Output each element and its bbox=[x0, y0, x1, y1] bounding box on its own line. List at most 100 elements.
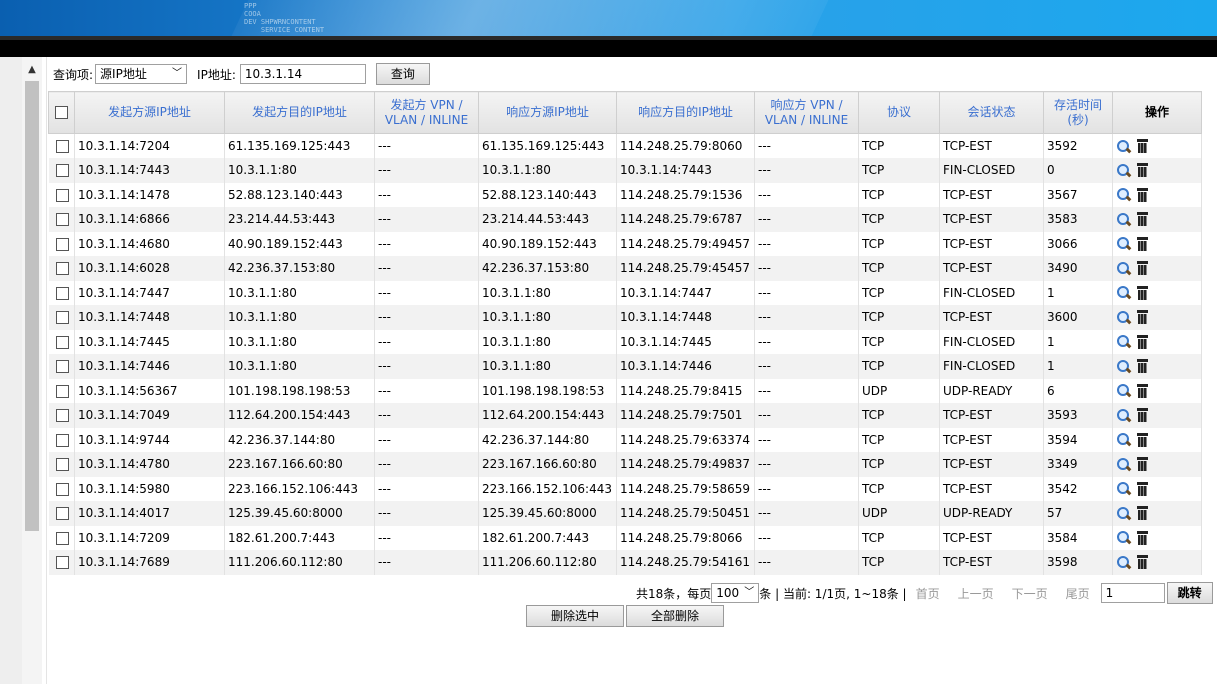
cell-responder-vpn: --- bbox=[754, 476, 859, 501]
magnifier-icon[interactable] bbox=[1116, 432, 1131, 447]
last-page-link[interactable]: 尾页 bbox=[1066, 585, 1090, 602]
magnifier-icon[interactable] bbox=[1116, 310, 1131, 325]
trash-icon[interactable] bbox=[1137, 261, 1148, 276]
row-checkbox[interactable] bbox=[56, 458, 70, 472]
cell-initiator-dst-ip: 42.236.37.144:80 bbox=[224, 427, 375, 452]
row-checkbox[interactable] bbox=[56, 531, 70, 545]
magnifier-icon[interactable] bbox=[1116, 555, 1131, 570]
row-checkbox[interactable] bbox=[56, 188, 70, 202]
magnifier-icon[interactable] bbox=[1116, 187, 1131, 202]
cell-protocol: TCP bbox=[858, 158, 940, 183]
trash-icon[interactable] bbox=[1137, 432, 1148, 447]
magnifier-icon[interactable] bbox=[1116, 139, 1131, 154]
first-page-link[interactable]: 首页 bbox=[916, 585, 940, 602]
cell-responder-dst-ip: 10.3.1.14:7443 bbox=[616, 158, 755, 183]
row-checkbox[interactable] bbox=[56, 262, 70, 276]
header-session-state[interactable]: 会话状态 bbox=[939, 91, 1044, 134]
trash-icon[interactable] bbox=[1137, 530, 1148, 545]
cell-session-state: TCP-EST bbox=[939, 133, 1044, 158]
trash-icon[interactable] bbox=[1137, 359, 1148, 374]
row-checkbox[interactable] bbox=[56, 213, 70, 227]
magnifier-icon[interactable] bbox=[1116, 530, 1131, 545]
header-responder-vpn[interactable]: 响应方 VPN / VLAN / INLINE bbox=[754, 91, 859, 134]
cell-initiator-dst-ip: 10.3.1.1:80 bbox=[224, 329, 375, 354]
trash-icon[interactable] bbox=[1137, 236, 1148, 251]
cell-initiator-dst-ip: 23.214.44.53:443 bbox=[224, 207, 375, 232]
search-button[interactable]: 查询 bbox=[375, 63, 430, 85]
delete-all-button[interactable]: 全部删除 bbox=[626, 605, 724, 627]
row-checkbox[interactable] bbox=[56, 335, 70, 349]
row-checkbox[interactable] bbox=[56, 556, 70, 570]
trash-icon[interactable] bbox=[1137, 310, 1148, 325]
header-responder-src-ip[interactable]: 响应方源IP地址 bbox=[478, 91, 617, 134]
jump-button[interactable]: 跳转 bbox=[1166, 582, 1213, 604]
magnifier-icon[interactable] bbox=[1116, 457, 1131, 472]
cell-session-state: TCP-EST bbox=[939, 525, 1044, 550]
query-field-select[interactable]: 源IP地址 ﹀ bbox=[95, 64, 188, 84]
magnifier-icon[interactable] bbox=[1116, 212, 1131, 227]
trash-icon[interactable] bbox=[1137, 139, 1148, 153]
row-select-cell bbox=[48, 476, 75, 501]
row-checkbox[interactable] bbox=[56, 507, 70, 521]
magnifier-icon[interactable] bbox=[1116, 481, 1131, 496]
scroll-up-icon[interactable]: ▲ bbox=[27, 65, 37, 75]
trash-icon[interactable] bbox=[1137, 163, 1148, 178]
page-number-input[interactable]: 1 bbox=[1100, 583, 1165, 603]
row-checkbox[interactable] bbox=[56, 237, 70, 251]
cell-initiator-vpn: --- bbox=[374, 378, 479, 403]
delete-selected-button[interactable]: 删除选中 bbox=[526, 605, 624, 627]
ip-input[interactable]: 10.3.1.14 bbox=[239, 64, 366, 84]
row-checkbox[interactable] bbox=[56, 164, 70, 178]
magnifier-icon[interactable] bbox=[1116, 261, 1131, 276]
magnifier-icon[interactable] bbox=[1116, 359, 1131, 374]
prev-page-link[interactable]: 上一页 bbox=[958, 585, 994, 602]
magnifier-icon[interactable] bbox=[1116, 383, 1131, 398]
trash-icon[interactable] bbox=[1137, 408, 1148, 423]
trash-icon[interactable] bbox=[1137, 457, 1148, 472]
trash-icon[interactable] bbox=[1137, 334, 1148, 349]
magnifier-icon[interactable] bbox=[1116, 408, 1131, 423]
row-checkbox[interactable] bbox=[56, 360, 70, 374]
select-all-header[interactable] bbox=[48, 91, 75, 134]
row-checkbox[interactable] bbox=[56, 286, 70, 300]
trash-icon[interactable] bbox=[1137, 212, 1148, 227]
cell-protocol: TCP bbox=[858, 354, 940, 379]
row-checkbox[interactable] bbox=[56, 433, 70, 447]
trash-icon[interactable] bbox=[1137, 383, 1148, 398]
magnifier-icon[interactable] bbox=[1116, 163, 1131, 178]
row-checkbox[interactable] bbox=[56, 140, 70, 153]
trash-icon[interactable] bbox=[1137, 187, 1148, 202]
magnifier-icon[interactable] bbox=[1116, 334, 1131, 349]
vertical-scrollbar[interactable]: ▲ bbox=[22, 57, 42, 684]
header-initiator-vpn[interactable]: 发起方 VPN / VLAN / INLINE bbox=[374, 91, 479, 134]
magnifier-icon[interactable] bbox=[1116, 236, 1131, 251]
next-page-link[interactable]: 下一页 bbox=[1012, 585, 1048, 602]
left-frame bbox=[0, 57, 22, 684]
scroll-thumb[interactable] bbox=[25, 81, 39, 531]
magnifier-icon[interactable] bbox=[1116, 285, 1131, 300]
trash-icon[interactable] bbox=[1137, 506, 1148, 521]
query-field-value: 源IP地址 bbox=[100, 67, 147, 81]
page-size-select[interactable]: 100 ﹀ bbox=[711, 583, 760, 603]
header-initiator-src-ip[interactable]: 发起方源IP地址 bbox=[74, 91, 225, 134]
cell-initiator-src-ip: 10.3.1.14:56367 bbox=[74, 378, 225, 403]
row-checkbox[interactable] bbox=[56, 409, 70, 423]
trash-icon[interactable] bbox=[1137, 285, 1148, 300]
header-ttl[interactable]: 存活时间 (秒) bbox=[1043, 91, 1113, 134]
exit-link[interactable]: 退 bbox=[1203, 84, 1215, 98]
header-initiator-dst-ip[interactable]: 发起方目的IP地址 bbox=[224, 91, 375, 134]
table-row: 10.3.1.14:6028 42.236.37.153:80 --- 42.236.… bbox=[48, 256, 1202, 281]
row-actions bbox=[1112, 256, 1202, 281]
header-responder-dst-ip[interactable]: 响应方目的IP地址 bbox=[616, 91, 755, 134]
cell-initiator-src-ip: 10.3.1.14:7446 bbox=[74, 354, 225, 379]
row-checkbox[interactable] bbox=[56, 311, 70, 325]
cell-initiator-src-ip: 10.3.1.14:5980 bbox=[74, 476, 225, 501]
row-checkbox[interactable] bbox=[56, 482, 70, 496]
cell-responder-src-ip: 101.198.198.198:53 bbox=[478, 378, 617, 403]
select-all-checkbox[interactable] bbox=[55, 106, 68, 119]
row-checkbox[interactable] bbox=[56, 384, 70, 398]
trash-icon[interactable] bbox=[1137, 481, 1148, 496]
header-protocol[interactable]: 协议 bbox=[858, 91, 940, 134]
trash-icon[interactable] bbox=[1137, 555, 1148, 570]
magnifier-icon[interactable] bbox=[1116, 506, 1131, 521]
